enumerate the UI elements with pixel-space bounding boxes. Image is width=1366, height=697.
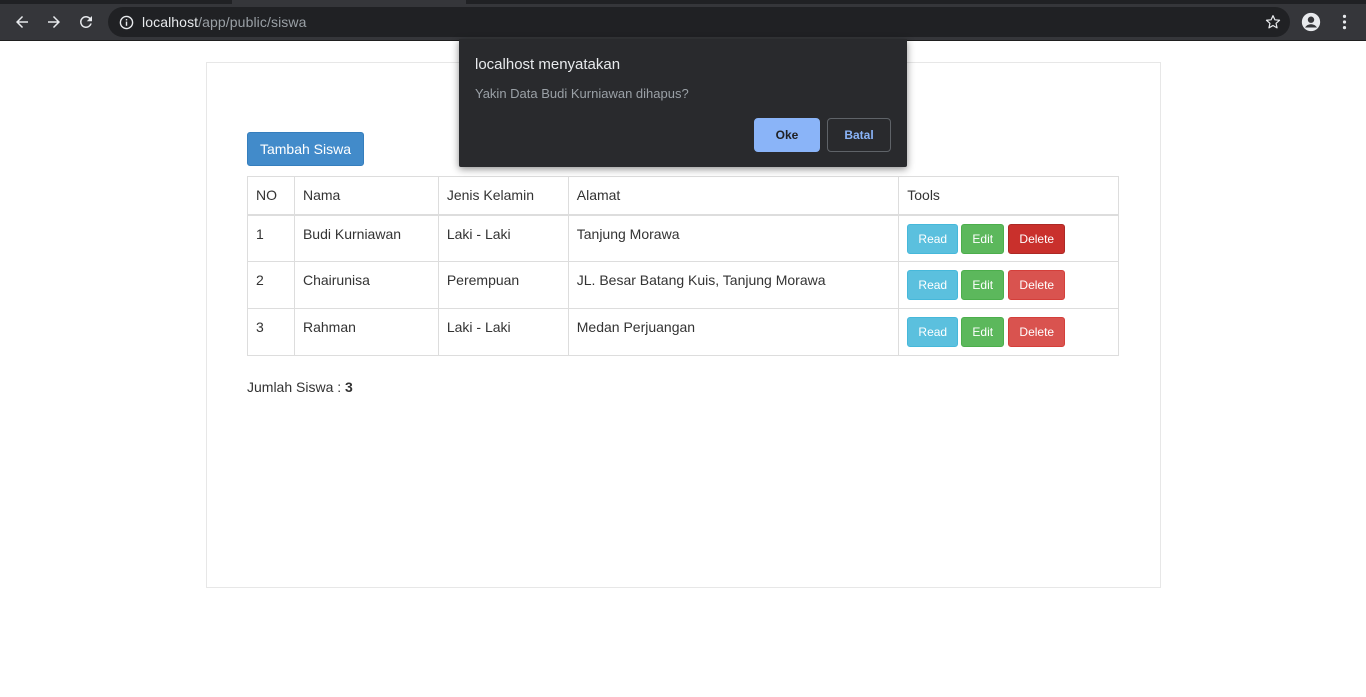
- cell-nama: Chairunisa: [293, 261, 439, 309]
- edit-button[interactable]: Edit: [961, 223, 1005, 254]
- header-nama: Nama: [293, 176, 439, 216]
- cell-jenis-kelamin: Perempuan: [437, 261, 569, 309]
- info-icon[interactable]: [118, 14, 134, 30]
- header-alamat: Alamat: [567, 176, 900, 216]
- edit-button[interactable]: Edit: [961, 317, 1005, 347]
- cell-tools: Read Edit Delete: [898, 261, 1119, 309]
- student-count: Jumlah Siswa : 3: [247, 379, 353, 395]
- reload-icon: [79, 15, 92, 28]
- read-button[interactable]: Read: [907, 270, 959, 300]
- url-text: localhost/app/public/siswa: [142, 14, 306, 30]
- student-table: NO Nama Jenis Kelamin Alamat Tools 1 Bud…: [247, 176, 1119, 356]
- header-jenis-kelamin: Jenis Kelamin: [437, 176, 569, 216]
- read-button[interactable]: Read: [907, 223, 959, 254]
- header-tools: Tools: [898, 176, 1119, 216]
- forward-button[interactable]: [40, 8, 68, 36]
- back-button[interactable]: [8, 8, 36, 36]
- add-student-button[interactable]: Tambah Siswa: [247, 132, 364, 166]
- cell-tools: Read Edit Delete: [898, 308, 1119, 356]
- cell-jenis-kelamin: Laki - Laki: [437, 308, 569, 356]
- cell-no: 3: [247, 308, 295, 356]
- delete-button[interactable]: Delete: [1008, 317, 1066, 347]
- star-icon[interactable]: [1264, 13, 1282, 31]
- cancel-button[interactable]: Batal: [827, 118, 891, 152]
- back-icon: [16, 16, 28, 28]
- dialog-title: localhost menyatakan: [475, 56, 621, 73]
- ok-button[interactable]: Oke: [754, 118, 820, 152]
- read-button[interactable]: Read: [907, 317, 959, 347]
- cell-jenis-kelamin: Laki - Laki: [437, 214, 569, 262]
- table-row: 3 Rahman Laki - Laki Medan Perjuangan Re…: [247, 308, 1119, 356]
- url-host: localhost: [142, 14, 199, 30]
- cell-tools: Read Edit Delete: [898, 214, 1119, 262]
- cell-alamat: Medan Perjuangan: [567, 308, 900, 356]
- delete-button[interactable]: Delete: [1008, 270, 1066, 300]
- url-path: /app/public/siswa: [198, 14, 307, 30]
- student-count-value: 3: [345, 379, 353, 395]
- dialog-message: Yakin Data Budi Kurniawan dihapus?: [475, 86, 689, 101]
- browser-toolbar: localhost/app/public/siswa: [0, 4, 1366, 41]
- cell-no: 2: [247, 261, 295, 309]
- edit-button[interactable]: Edit: [961, 270, 1005, 300]
- table-row: 1 Budi Kurniawan Laki - Laki Tanjung Mor…: [247, 214, 1119, 262]
- cell-nama: Rahman: [293, 308, 439, 356]
- confirm-dialog: localhost menyatakan Yakin Data Budi Kur…: [459, 39, 907, 167]
- table-row: 2 Chairunisa Perempuan JL. Besar Batang …: [247, 261, 1119, 309]
- delete-button[interactable]: Delete: [1008, 223, 1066, 254]
- forward-icon: [48, 16, 60, 28]
- cell-no: 1: [247, 214, 295, 262]
- header-no: NO: [247, 176, 295, 216]
- student-count-label: Jumlah Siswa :: [247, 379, 346, 395]
- cell-nama: Budi Kurniawan: [293, 214, 439, 262]
- cell-alamat: JL. Besar Batang Kuis, Tanjung Morawa: [567, 261, 900, 309]
- reload-button[interactable]: [72, 8, 100, 36]
- cell-alamat: Tanjung Morawa: [567, 214, 900, 262]
- table-header-row: NO Nama Jenis Kelamin Alamat Tools: [247, 176, 1119, 216]
- address-bar[interactable]: localhost/app/public/siswa: [108, 7, 1290, 37]
- menu-icon[interactable]: [1336, 11, 1352, 33]
- profile-icon[interactable]: [1300, 11, 1322, 33]
